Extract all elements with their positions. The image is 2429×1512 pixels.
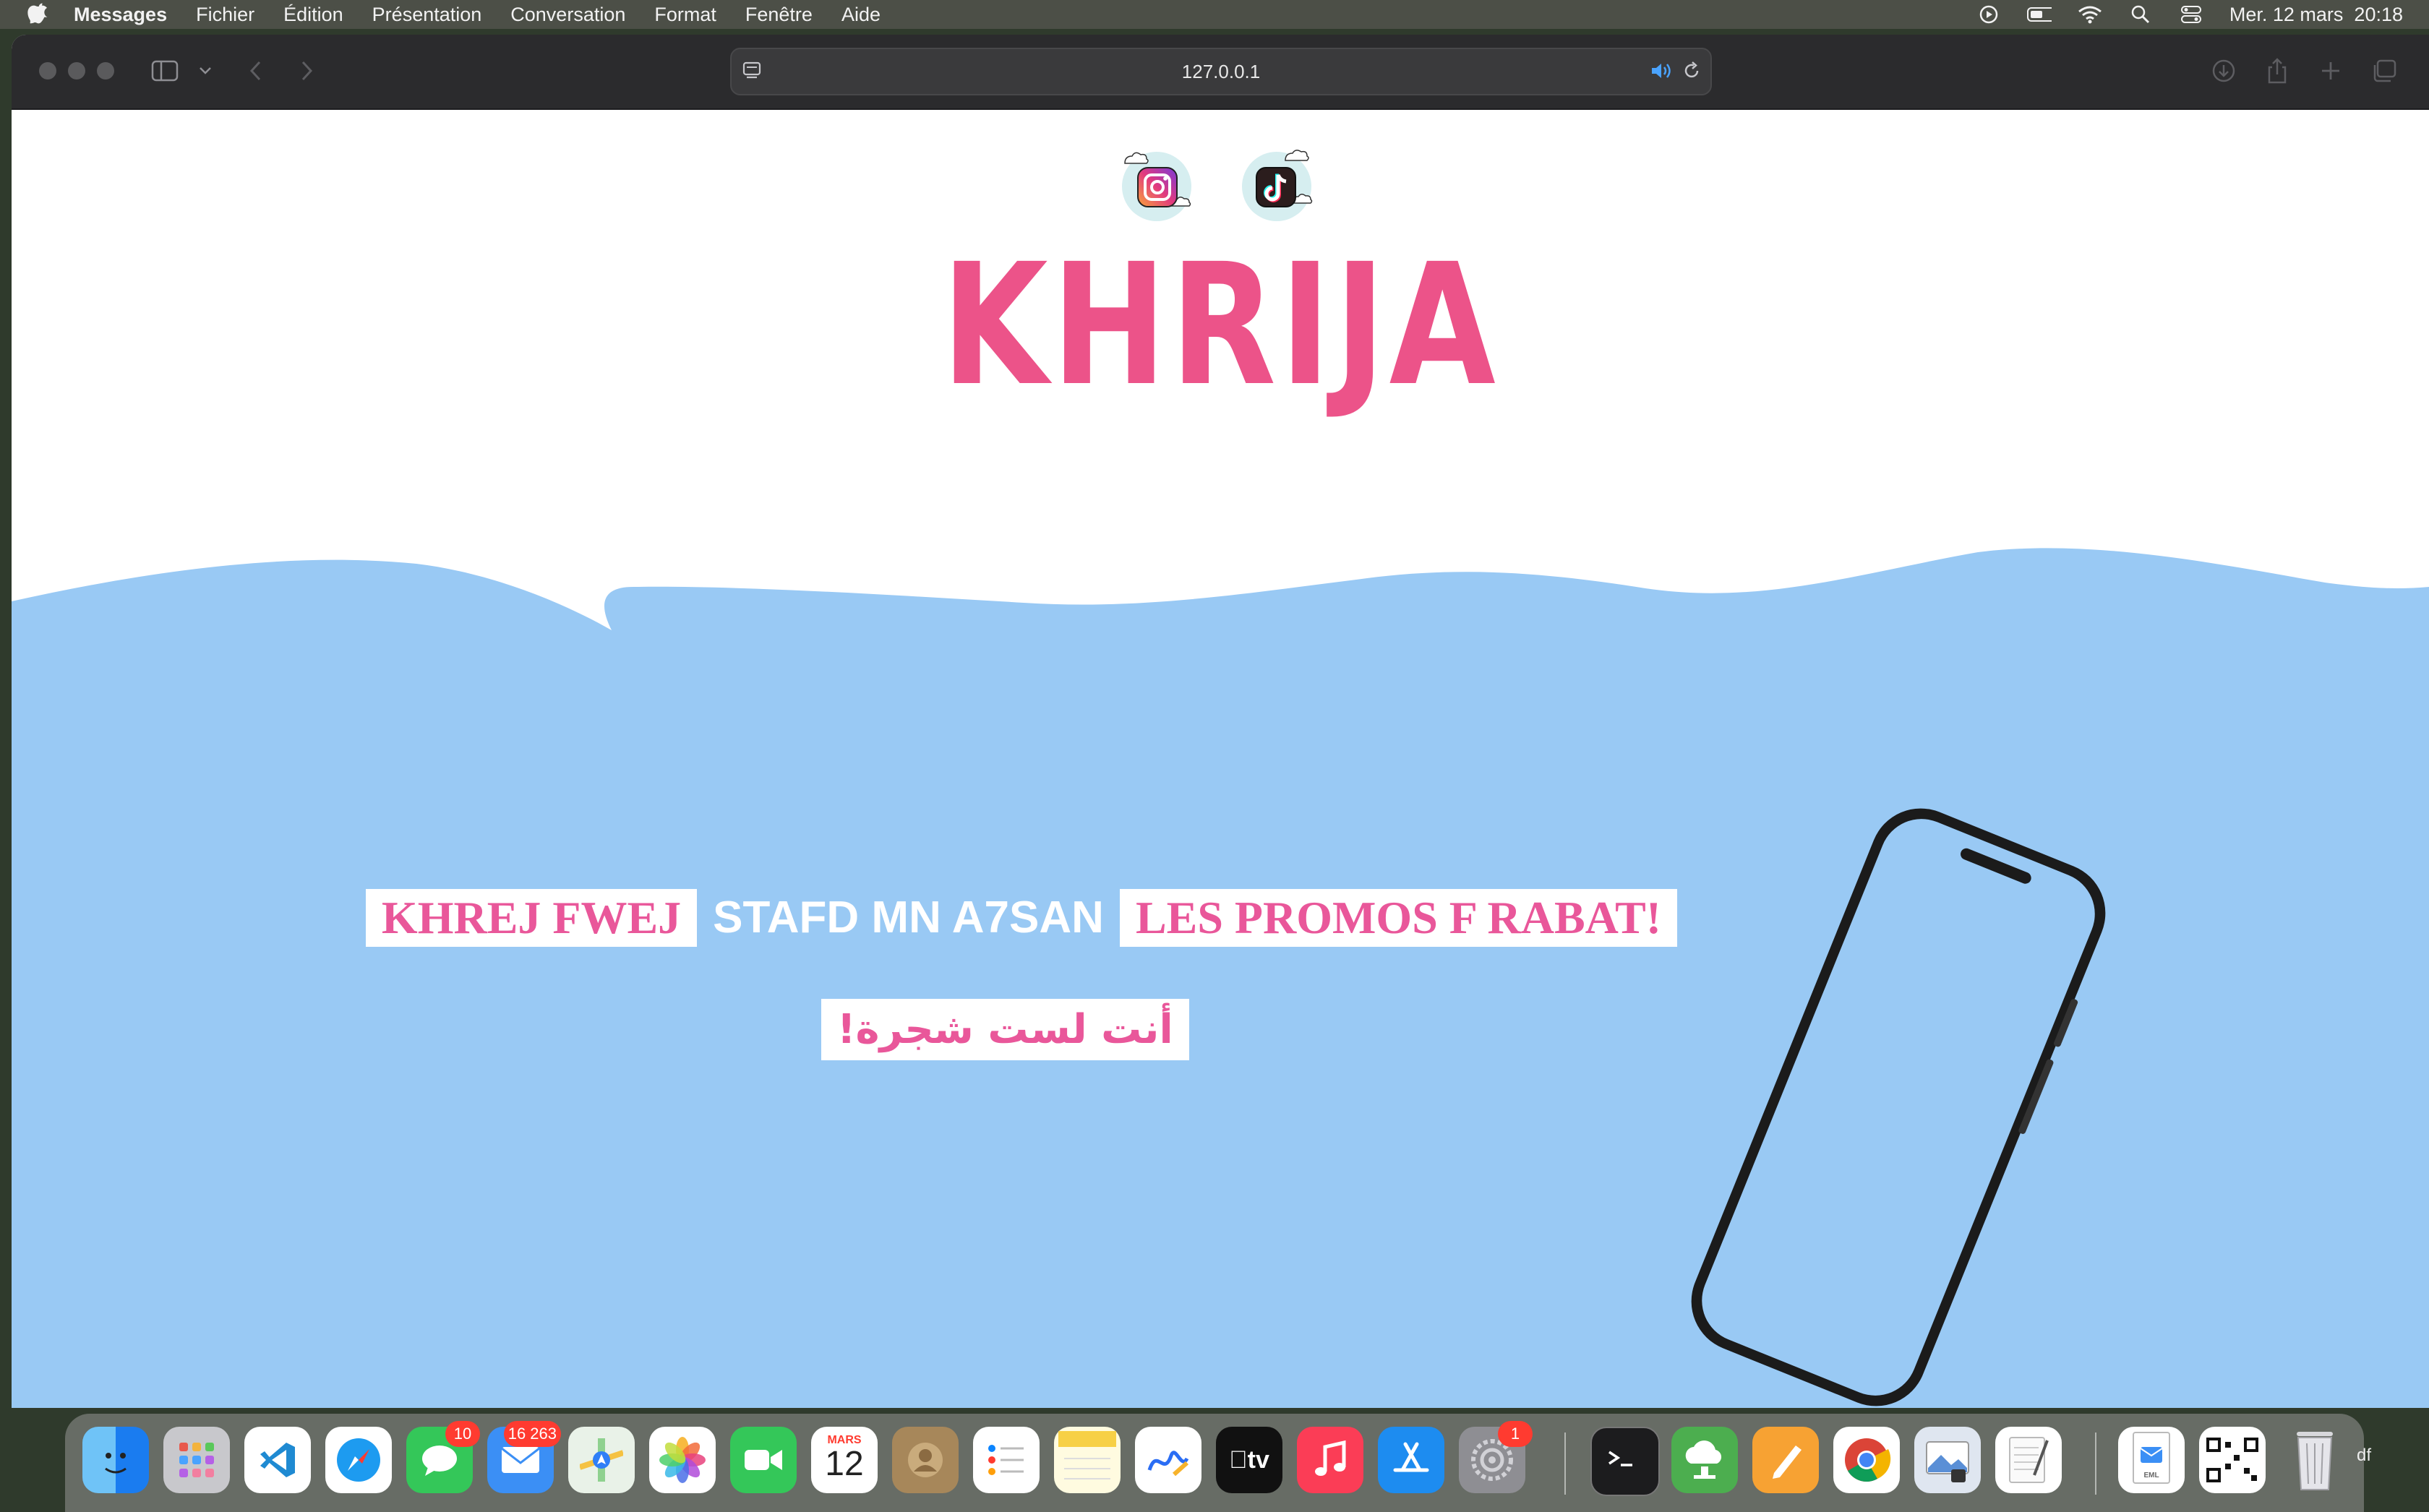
browser-toolbar: 127.0.0.1: [12, 35, 2429, 110]
tagline-highlight-2: LES PROMOS F RABAT!: [1119, 889, 1678, 947]
share-icon[interactable]: [2263, 56, 2292, 85]
sidebar-toggle-icon[interactable]: [150, 56, 179, 85]
tiktok-icon[interactable]: [1235, 147, 1319, 223]
photos-icon[interactable]: [649, 1427, 716, 1493]
qr-code-document-icon[interactable]: [2199, 1427, 2266, 1493]
contacts-icon[interactable]: [892, 1427, 959, 1493]
browser-window: 127.0.0.1 KHRIJA KHREJ FWEJ STAFD MN A7S…: [12, 35, 2429, 1408]
calendar-day: 12: [825, 1445, 864, 1483]
spotlight-search-icon[interactable]: [2128, 4, 2153, 25]
instagram-icon[interactable]: [1115, 147, 1199, 223]
terminal-icon[interactable]: [1590, 1427, 1660, 1496]
minimize-window-button[interactable]: [68, 62, 85, 80]
reminders-icon[interactable]: [973, 1427, 1040, 1493]
new-tab-icon[interactable]: [2316, 56, 2345, 85]
menu-format[interactable]: Format: [654, 4, 716, 26]
tab-overview-icon[interactable]: [2370, 56, 2399, 85]
chrome-icon[interactable]: [1833, 1427, 1900, 1493]
menu-fichier[interactable]: Fichier: [196, 4, 254, 26]
messages-badge: 10: [445, 1421, 480, 1447]
tagline-plain: STAFD MN A7SAN: [713, 893, 1104, 942]
mail-icon[interactable]: 16 263: [487, 1421, 561, 1493]
calendar-icon[interactable]: MARS 12: [811, 1427, 878, 1493]
menu-fenetre[interactable]: Fenêtre: [745, 4, 813, 26]
svg-text:EML: EML: [2143, 1472, 2159, 1479]
trash-icon[interactable]: [2282, 1427, 2348, 1493]
menu-bar: Messages Fichier Édition Présentation Co…: [0, 0, 2429, 29]
menubar-clock[interactable]: Mer. 12 mars 20:18: [2229, 4, 2403, 26]
site-title: KHRIJA: [941, 228, 1499, 423]
dock-trailing-label: df: [2357, 1446, 2372, 1465]
wifi-icon[interactable]: [2078, 4, 2102, 25]
dock-separator: [2095, 1432, 2096, 1495]
phone-illustration: [1691, 808, 2106, 1406]
settings-badge: 1: [1498, 1421, 1533, 1447]
music-icon[interactable]: [1297, 1427, 1363, 1493]
menu-conversation[interactable]: Conversation: [510, 4, 625, 26]
tagline-highlight-1: KHREJ FWEJ: [365, 889, 698, 947]
dock-separator: [1564, 1432, 1566, 1495]
launchpad-icon[interactable]: [163, 1427, 230, 1493]
menu-aide[interactable]: Aide: [841, 4, 881, 26]
battery-icon[interactable]: [2026, 4, 2052, 25]
reload-icon[interactable]: [1682, 61, 1702, 85]
preview-icon[interactable]: [1914, 1427, 1981, 1493]
menu-app-name[interactable]: Messages: [74, 4, 167, 26]
menu-presentation[interactable]: Présentation: [372, 4, 482, 26]
apple-tv-icon[interactable]: tv: [1216, 1427, 1282, 1493]
audio-playing-icon[interactable]: [1650, 61, 1673, 85]
app-store-icon[interactable]: [1378, 1427, 1444, 1493]
arabic-slogan: أنت لست شجرة!: [821, 999, 1189, 1060]
mail-badge: 16 263: [503, 1421, 561, 1447]
apple-menu-icon[interactable]: [27, 2, 49, 27]
dock: 10 16 263 MARS 12 tv 1: [65, 1414, 2371, 1512]
close-window-button[interactable]: [39, 62, 56, 80]
messages-icon[interactable]: 10: [406, 1421, 480, 1493]
notes-icon[interactable]: [1054, 1427, 1121, 1493]
web-page: KHRIJA KHREJ FWEJ STAFD MN A7SAN LES PRO…: [12, 110, 2429, 1408]
downloads-icon[interactable]: [2209, 56, 2238, 85]
eml-document-icon[interactable]: EML: [2118, 1427, 2185, 1493]
chevron-down-icon[interactable]: [191, 56, 220, 85]
system-settings-icon[interactable]: 1: [1459, 1421, 1533, 1493]
vscode-icon[interactable]: [244, 1427, 311, 1493]
maps-icon[interactable]: [568, 1427, 635, 1493]
cloud-monitor-icon[interactable]: [1671, 1427, 1738, 1493]
facetime-icon[interactable]: [730, 1427, 797, 1493]
menu-edition[interactable]: Édition: [283, 4, 343, 26]
pages-icon[interactable]: [1752, 1427, 1819, 1493]
textedit-icon[interactable]: [1995, 1427, 2062, 1493]
finder-icon[interactable]: [82, 1427, 149, 1493]
zoom-window-button[interactable]: [97, 62, 114, 80]
forward-button-icon[interactable]: [292, 56, 321, 85]
freeform-icon[interactable]: [1135, 1427, 1201, 1493]
url-text[interactable]: 127.0.0.1: [732, 49, 1710, 94]
control-center-icon[interactable]: [2179, 4, 2203, 25]
back-button-icon[interactable]: [241, 56, 270, 85]
safari-icon[interactable]: [325, 1427, 392, 1493]
screen-recording-icon[interactable]: [1976, 4, 2001, 25]
address-bar[interactable]: 127.0.0.1: [730, 48, 1712, 95]
